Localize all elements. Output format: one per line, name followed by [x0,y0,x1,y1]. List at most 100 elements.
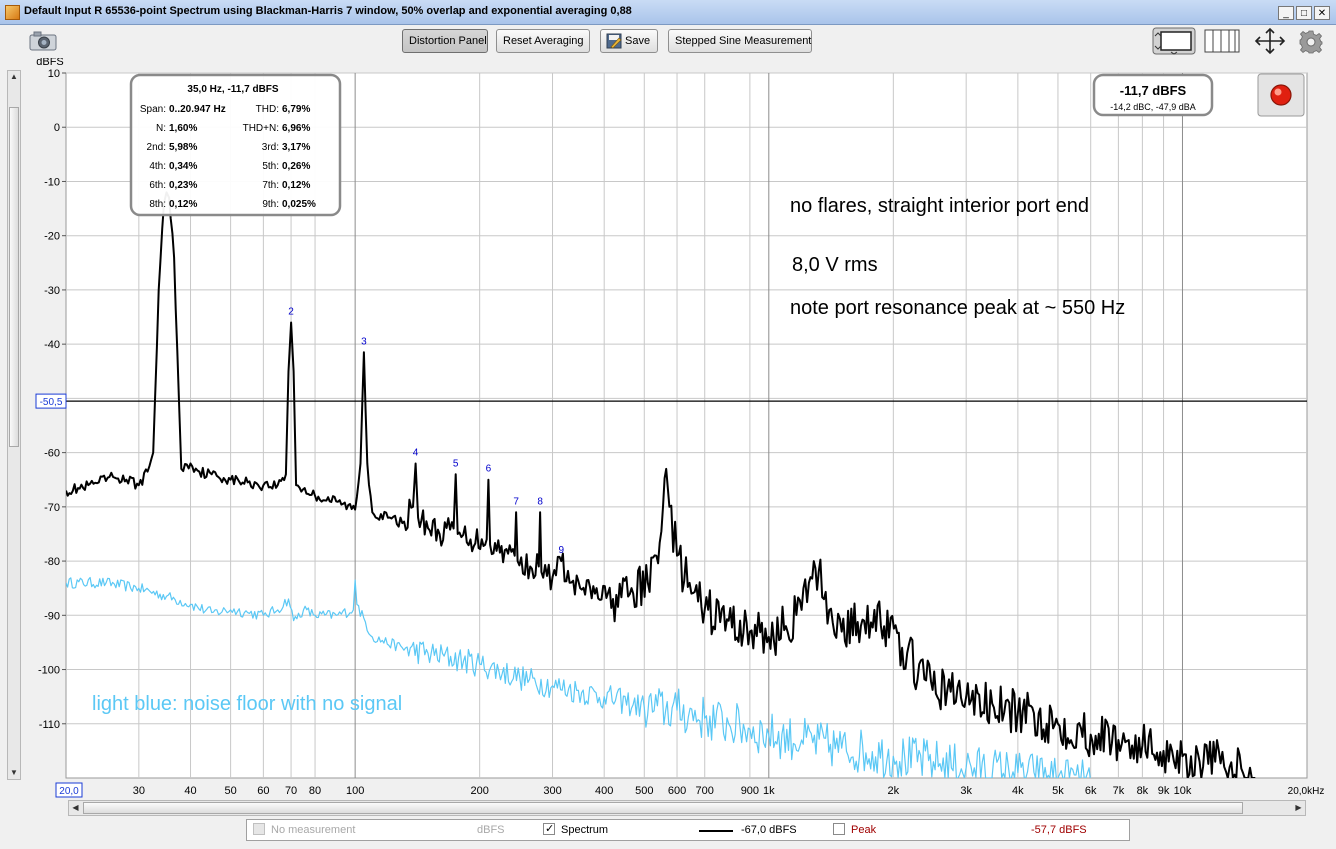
close-button[interactable]: ✕ [1314,6,1330,20]
save-label: Save [625,35,651,47]
peak-checkbox[interactable] [833,823,845,835]
distortion-label: 5th: [262,161,279,172]
distortion-label: 2nd: [147,142,166,153]
harmonic-label: 6 [486,464,492,475]
stepped-sine-button[interactable]: Stepped Sine Measurement [668,29,812,53]
legend-bar: No measurement dBFS ✓ Spectrum -67,0 dBF… [246,819,1130,841]
distortion-value: 0,12% [282,180,310,191]
record-indicator-icon[interactable] [1257,73,1305,117]
y-tick-label: -20 [44,231,60,243]
distortion-value: 6,96% [282,123,310,134]
x-tick-label: 7k [1113,785,1125,797]
reset-averaging-button[interactable]: Reset Averaging [496,29,590,53]
spectrum-checkbox[interactable]: ✓ [543,823,555,835]
harmonic-label: 3 [361,336,367,347]
x-tick-label: 50 [224,785,236,797]
y-tick-label: -70 [44,502,60,514]
distortion-value: 1,60% [169,123,197,134]
y-axis-label: dBFS [36,58,64,68]
harmonic-label: 9 [558,545,564,556]
x-tick-label: 900 [741,785,759,797]
y-tick-label: -60 [44,448,60,460]
distortion-label: N: [156,123,166,134]
no-measurement-checkbox[interactable] [253,823,265,835]
level-sub: -14,2 dBC, -47,9 dBA [1110,102,1196,112]
x-tick-label: 200 [470,785,488,797]
y-tick-label: -10 [44,176,60,188]
x-tick-label: 700 [696,785,714,797]
x-tick-label: 400 [595,785,613,797]
distortion-header: 35,0 Hz, -11,7 dBFS [187,84,278,95]
x-axis-ticks: 30 40 50 60 70 80 100 200 300 400 500 600 700 900 1k 2k… [133,785,1192,797]
expand-arrows-icon[interactable] [1252,27,1288,55]
x-tick-label: 100 [346,785,364,797]
peak-label: Peak [851,824,877,836]
x-tick-label: 8k [1137,785,1149,797]
x-start-label: 20,0 [55,782,83,798]
distortion-value: 6,79% [282,104,310,115]
distortion-value: 3,17% [282,142,310,153]
harmonic-label: 7 [513,496,519,507]
distortion-label: 8th: [149,199,166,210]
save-button[interactable]: Save [600,29,658,53]
distortion-label: Span: [140,104,166,115]
grid-columns-icon[interactable] [1204,29,1240,53]
annotation-noise-floor: light blue: noise floor with no signal [92,693,402,715]
maximize-button[interactable]: □ [1296,6,1312,20]
spectrum-label: Spectrum [561,824,609,836]
distortion-value: 0,23% [169,180,197,191]
y-tick-label: -30 [44,285,60,297]
distortion-panel-button[interactable]: Distortion Panel [402,29,488,53]
x-tick-label: 30 [133,785,145,797]
y-tick-label: -100 [38,665,60,677]
spectrum-line-swatch [699,830,733,832]
x-tick-label: 300 [543,785,561,797]
x-tick-label: 80 [309,785,321,797]
scroll-right-icon[interactable]: ▶ [1292,802,1305,814]
gear-icon[interactable] [1299,30,1323,54]
harmonic-label: 5 [453,458,459,469]
horizontal-scroll-thumb[interactable] [83,802,1243,814]
distortion-value: 0,26% [282,161,310,172]
app-icon [5,5,20,20]
title-bar: Default Input R 65536-point Spectrum usi… [0,0,1336,25]
no-measurement-unit: dBFS [477,824,505,836]
x-tick-label: 600 [668,785,686,797]
distortion-value: 0..20.947 Hz [169,104,226,115]
chart-svg[interactable]: 100-10-20-30-40-60-70-80-90-100-110 30 40… [0,56,1336,818]
x-tick-label: 40 [184,785,196,797]
x-tick-label: 9k [1158,785,1170,797]
x-tick-label: 3k [960,785,972,797]
level-main: -11,7 dBFS [1120,83,1187,98]
screen-layout-icon[interactable] [1152,27,1196,55]
distortion-label: 9th: [262,199,279,210]
horizontal-scrollbar[interactable]: ◀ ▶ [68,800,1306,816]
x-tick-label: 4k [1012,785,1024,797]
distortion-panel: 35,0 Hz, -11,7 dBFS Span: 0..20.947 Hz THD… [129,73,342,217]
harmonic-label: 4 [413,447,419,458]
annotation-voltage: 8,0 V rms [792,254,878,276]
minimize-button[interactable]: _ [1278,6,1294,20]
toolbar: Distortion Panel Reset Averaging Save St… [0,25,1336,59]
distortion-label: 4th: [149,161,166,172]
save-icon [606,33,622,49]
distortion-value: 0,025% [282,199,316,210]
x-tick-label: 5k [1052,785,1064,797]
x-tick-label: 1k [763,785,775,797]
scroll-left-icon[interactable]: ◀ [69,802,82,814]
annotation-resonance: note port resonance peak at ~ 550 Hz [790,297,1125,319]
y-tick-label: 0 [54,122,60,134]
y-tick-label: -40 [44,339,60,351]
distortion-label: 7th: [262,180,279,191]
x-tick-label: 60 [257,785,269,797]
distortion-label: 6th: [149,180,166,191]
distortion-label: 3rd: [262,142,279,153]
peak-value: -57,7 dBFS [1031,824,1087,836]
camera-icon[interactable] [28,31,58,51]
y-tick-label: -90 [44,610,60,622]
y-tick-label: -110 [39,719,60,731]
y-tick-label: -80 [44,556,60,568]
annotation-port-end: no flares, straight interior port end [790,195,1089,217]
spectrum-chart: 10 0 -10 -20 -30 -40 -60 -70 -80 -90 -100 -110 30 40… [0,56,1336,818]
distortion-label: THD+N: [243,123,279,134]
